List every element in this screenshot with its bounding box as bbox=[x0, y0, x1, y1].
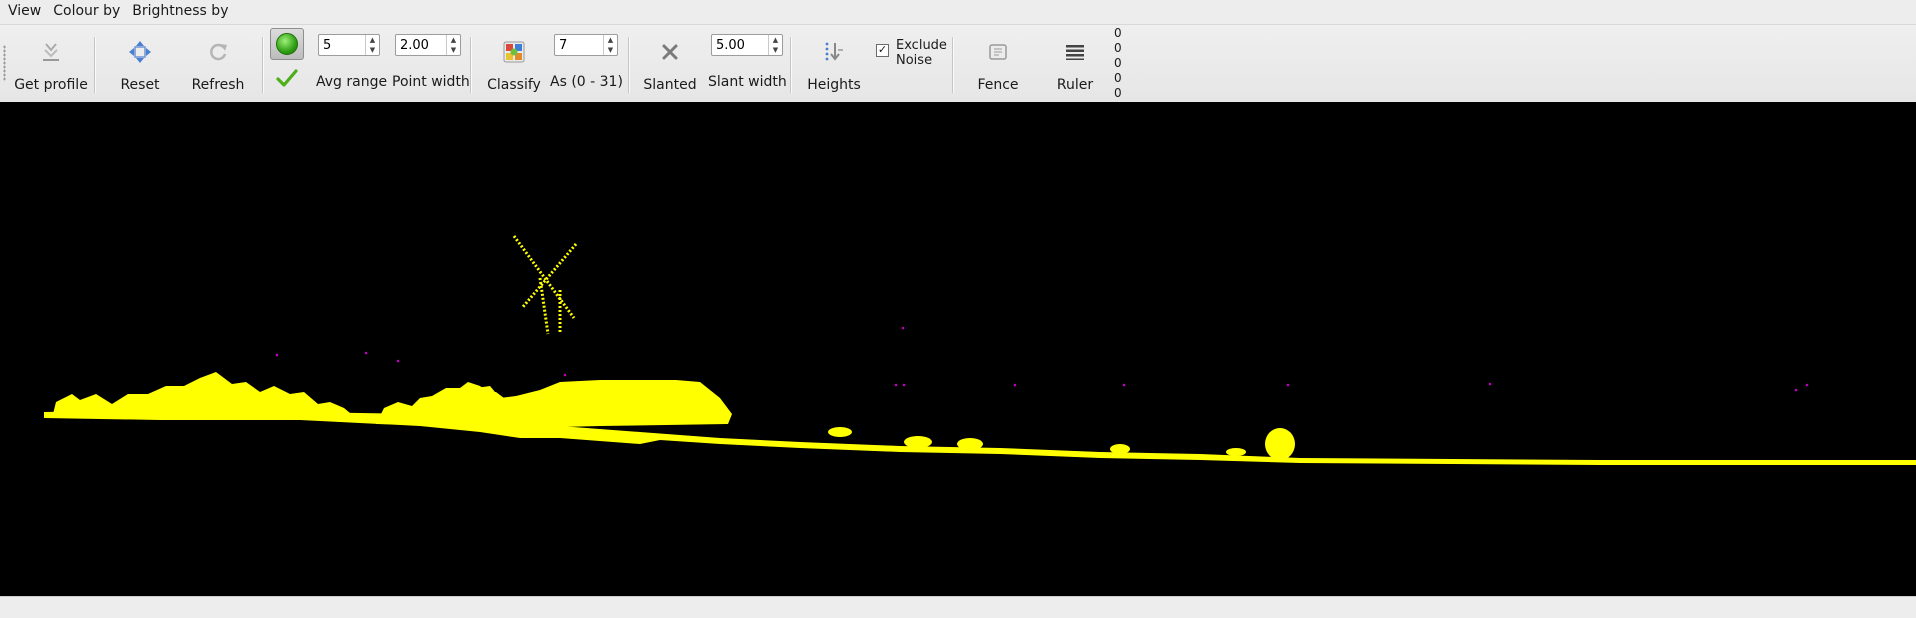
reset-button[interactable]: Reset bbox=[110, 25, 170, 102]
point-cloud bbox=[44, 372, 1916, 465]
status-toggle-button[interactable] bbox=[270, 28, 304, 60]
avg-range-group: ▲▼ Avg range bbox=[316, 25, 388, 102]
profile-viewport[interactable] bbox=[0, 102, 1916, 596]
avg-range-label: Avg range bbox=[316, 74, 388, 90]
spin-arrows-icon[interactable]: ▲ ▼ bbox=[446, 35, 460, 55]
windmill-shape bbox=[512, 235, 578, 335]
separator bbox=[94, 37, 95, 93]
close-x-icon bbox=[656, 39, 684, 65]
exclude-noise-label: Exclude Noise bbox=[896, 38, 947, 68]
point-width-input[interactable] bbox=[396, 35, 446, 55]
count-value: 0 bbox=[1114, 41, 1122, 55]
spin-arrows-icon[interactable]: ▲ ▼ bbox=[365, 35, 379, 55]
point-counts: 0 0 0 0 0 bbox=[1114, 26, 1122, 101]
slanted-button[interactable]: Slanted bbox=[638, 25, 702, 102]
menu-bar: View Colour by Brightness by bbox=[0, 0, 1916, 24]
green-status-icon bbox=[276, 33, 298, 55]
ruler-icon bbox=[1061, 39, 1089, 65]
avg-range-spinbox[interactable]: ▲▼ bbox=[318, 34, 380, 56]
classify-as-label: As (0 - 31) bbox=[550, 74, 623, 90]
point-width-label: Point width bbox=[392, 74, 470, 90]
spin-arrows-icon[interactable]: ▲ ▼ bbox=[768, 35, 782, 55]
classify-label: Classify bbox=[487, 77, 541, 93]
slanted-label: Slanted bbox=[643, 77, 697, 93]
move-arrows-icon bbox=[126, 39, 154, 65]
separator bbox=[790, 37, 791, 93]
slant-width-input[interactable] bbox=[712, 35, 768, 55]
refresh-icon bbox=[204, 39, 232, 65]
slant-width-label: Slant width bbox=[708, 74, 787, 90]
checkmark-icon[interactable] bbox=[276, 67, 298, 89]
refresh-label: Refresh bbox=[191, 77, 245, 93]
menu-view[interactable]: View bbox=[0, 0, 47, 24]
slant-width-group: ▲▼ Slant width bbox=[708, 25, 787, 102]
reset-label: Reset bbox=[120, 77, 160, 93]
profile-canvas[interactable] bbox=[0, 102, 1916, 596]
classify-button[interactable]: Classify bbox=[484, 25, 544, 102]
status-bar bbox=[0, 596, 1916, 618]
checkbox-icon[interactable]: ✓ bbox=[876, 44, 889, 57]
point-width-spinbox[interactable]: ▲▼ bbox=[395, 34, 461, 56]
separator bbox=[470, 37, 471, 93]
classify-as-spinbox[interactable]: ▲▼ bbox=[554, 34, 618, 56]
point-width-group: ▲▼ Point width bbox=[392, 25, 470, 102]
spin-arrows-icon[interactable]: ▲ ▼ bbox=[603, 35, 617, 55]
refresh-button[interactable]: Refresh bbox=[186, 25, 250, 102]
menu-colour-by[interactable]: Colour by bbox=[47, 0, 126, 24]
classify-as-input[interactable] bbox=[555, 35, 603, 55]
heights-icon bbox=[820, 39, 848, 65]
ruler-button[interactable]: Ruler bbox=[1046, 25, 1104, 102]
separator bbox=[952, 37, 953, 93]
heights-label: Heights bbox=[807, 77, 861, 93]
ruler-label: Ruler bbox=[1056, 77, 1094, 93]
separator bbox=[262, 37, 263, 93]
separator bbox=[628, 37, 629, 93]
count-value: 0 bbox=[1114, 56, 1122, 70]
heights-button[interactable]: Heights bbox=[800, 25, 868, 102]
avg-range-input[interactable] bbox=[319, 35, 365, 55]
count-value: 0 bbox=[1114, 71, 1122, 85]
get-profile-icon bbox=[37, 39, 65, 65]
fence-label: Fence bbox=[977, 77, 1019, 93]
count-value: 0 bbox=[1114, 86, 1122, 100]
menu-brightness-by[interactable]: Brightness by bbox=[126, 0, 234, 24]
fence-icon bbox=[984, 39, 1012, 65]
get-profile-button[interactable]: Get profile bbox=[10, 25, 92, 102]
fence-button[interactable]: Fence bbox=[966, 25, 1030, 102]
toolbar: Get profile Reset Refresh ▲▼ Avg range ▲… bbox=[0, 24, 1916, 103]
get-profile-label: Get profile bbox=[14, 77, 88, 93]
slant-width-spinbox[interactable]: ▲▼ bbox=[711, 34, 783, 56]
classify-as-group: ▲▼ As (0 - 31) bbox=[550, 25, 623, 102]
toolbar-grip[interactable] bbox=[3, 45, 6, 81]
noise-points bbox=[275, 326, 1809, 392]
count-value: 0 bbox=[1114, 26, 1122, 40]
classify-icon bbox=[500, 39, 528, 65]
